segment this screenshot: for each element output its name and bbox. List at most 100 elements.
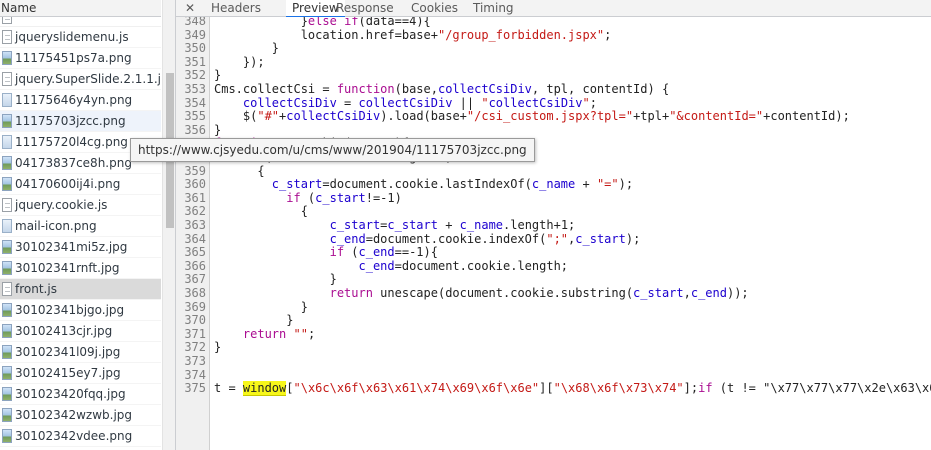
line-number: 352: [184, 68, 206, 83]
code-line: 374: [176, 368, 931, 382]
file-row[interactable]: jqueryslidemenu.js: [0, 27, 161, 48]
code-line: 348 }else if(data==4){: [176, 17, 931, 28]
code-line: 375 t = window["\x6c\x6f\x63\x61\x74\x69\…: [176, 381, 931, 397]
file-name: 30102341l09j.jpg: [15, 345, 121, 359]
image-file-icon: [2, 429, 12, 443]
file-name: 30102341mi5z.jpg: [15, 240, 128, 254]
image-file-icon: [2, 219, 12, 233]
image-file-icon: [2, 240, 12, 254]
file-row[interactable]: 30102342wzwb.jpg: [0, 405, 161, 426]
line-number: 375: [184, 381, 206, 396]
file-name: 11175703jzcc.png: [15, 114, 126, 128]
code-line: 373: [176, 354, 931, 368]
close-icon[interactable]: ✕: [185, 0, 195, 16]
code-line: 354 collectCsiDiv = collectCsiDiv || "co…: [176, 96, 931, 110]
file-row[interactable]: jquery.cookie.js: [0, 195, 161, 216]
line-number: 373: [184, 354, 206, 368]
line-number: 351: [184, 54, 206, 69]
code-text: $("#"+collectCsiDiv).load(base+"/csi_cus…: [214, 109, 850, 124]
file-list-scrollbar[interactable]: [162, 0, 175, 450]
code-line: 360 c_start=document.cookie.lastIndexOf(…: [176, 177, 931, 191]
code-text: c_end=document.cookie.indexOf(";",c_star…: [329, 231, 641, 246]
line-number: 363: [184, 218, 206, 232]
file-name: 11175720l4cg.png: [15, 135, 128, 149]
image-file-icon: [2, 324, 12, 338]
line-number: 365: [184, 245, 206, 260]
code-text: }: [214, 41, 280, 56]
url-tooltip: https://www.cjsyedu.com/u/cms/www/201904…: [130, 138, 535, 162]
code-text: }: [214, 122, 222, 137]
code-line: 368 return unescape(document.cookie.subs…: [176, 286, 931, 300]
file-row[interactable]: 301023420fqq.jpg: [0, 384, 161, 405]
code-line: 362 {: [176, 204, 931, 218]
code-line: 361 if (c_start!=-1): [176, 191, 931, 205]
file-row[interactable]: 11175646y4yn.png: [0, 90, 161, 111]
file-row[interactable]: 04170600ij4i.png: [0, 174, 161, 195]
code-text: c_start=document.cookie.lastIndexOf(c_na…: [271, 177, 634, 192]
line-number: 368: [184, 286, 206, 300]
file-row[interactable]: 30102342vdee.png: [0, 426, 161, 447]
image-file-icon: [2, 387, 12, 401]
file-name: 30102342wzwb.jpg: [15, 408, 133, 422]
line-number: 362: [184, 204, 206, 219]
line-number: 367: [184, 272, 206, 287]
file-row[interactable]: 30102341l09j.jpg: [0, 342, 161, 363]
line-number: 364: [184, 231, 206, 246]
code-line: 351 });: [176, 55, 931, 69]
line-number: 353: [184, 82, 206, 96]
file-row[interactable]: 11175451ps7a.png: [0, 48, 161, 69]
file-name: 11175451ps7a.png: [15, 51, 132, 65]
file-list-panel: Name jqueryslidemenu.js 11175451ps7a.png j…: [0, 0, 176, 450]
tab-cookies[interactable]: Cookies: [405, 0, 464, 17]
file-name: 30102341rnft.jpg: [15, 261, 120, 275]
tab-response[interactable]: Response: [330, 0, 400, 17]
line-number: 361: [184, 190, 206, 205]
code-line: 349 location.href=base+"/group_forbidden…: [176, 28, 931, 42]
file-row[interactable]: jquery.SuperSlide.2.1.1.js: [0, 69, 161, 90]
line-number: 349: [184, 27, 206, 42]
code-text: }: [214, 68, 222, 83]
code-viewer[interactable]: 348 }else if(data==4){349 location.href=…: [176, 17, 931, 450]
image-file-icon: [2, 345, 12, 359]
image-file-icon: [2, 114, 12, 128]
code-line: 356}: [176, 123, 931, 137]
code-text: location.href=base+"/group_forbidden.jsp…: [214, 27, 612, 42]
code-text: {: [214, 204, 308, 219]
file-row[interactable]: 30102341bjgo.jpg: [0, 300, 161, 321]
file-row[interactable]: [0, 17, 161, 27]
code-text: });: [214, 54, 265, 69]
line-number: 348: [184, 17, 206, 28]
file-row[interactable]: 30102413cjr.jpg: [0, 321, 161, 342]
line-number: 360: [184, 177, 206, 192]
file-name: jquery.SuperSlide.2.1.1.js: [15, 72, 161, 86]
js-file-icon: [2, 30, 12, 44]
file-name: 04170600ij4i.png: [15, 177, 121, 191]
file-name: jquery.cookie.js: [15, 198, 108, 212]
code-line: 352}: [176, 68, 931, 82]
tab-headers[interactable]: Headers: [205, 0, 267, 17]
file-row[interactable]: 30102415ey7.jpg: [0, 363, 161, 384]
preview-panel: ✕ Headers Preview Response Cookies Timing 34…: [176, 0, 931, 450]
file-name: 04173837ce8h.png: [15, 156, 132, 170]
code-text: collectCsiDiv = collectCsiDiv || "collec…: [242, 95, 597, 110]
code-text: }: [214, 340, 222, 355]
file-row[interactable]: 11175703jzcc.png: [0, 111, 161, 132]
code-text: return unescape(document.cookie.substrin…: [329, 286, 749, 300]
code-line: 371 return "";: [176, 327, 931, 341]
file-row[interactable]: 30102341rnft.jpg: [0, 258, 161, 279]
file-row[interactable]: front.js: [0, 279, 161, 300]
file-name: 30102342vdee.png: [15, 429, 133, 443]
file-row[interactable]: mail-icon.png: [0, 216, 161, 237]
line-number: 359: [184, 163, 206, 178]
name-column-header[interactable]: Name: [0, 0, 161, 17]
image-file-icon: [2, 408, 12, 422]
image-file-icon: [2, 303, 12, 317]
file-name: 301023420fqq.jpg: [15, 387, 126, 401]
code-text: if (c_end==-1){: [329, 245, 438, 260]
line-number: 366: [184, 258, 206, 273]
image-file-icon: [2, 93, 12, 107]
file-row[interactable]: 30102341mi5z.jpg: [0, 237, 161, 258]
image-file-icon: [2, 51, 12, 65]
name-column-label: Name: [1, 1, 37, 15]
tab-timing[interactable]: Timing: [467, 0, 520, 17]
